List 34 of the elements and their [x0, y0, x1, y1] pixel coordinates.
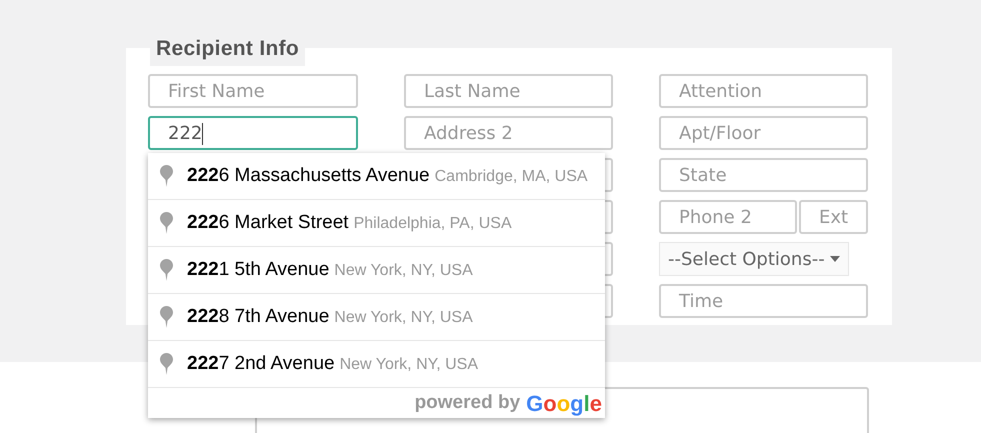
suggestion-city: New York, NY, USA: [334, 260, 473, 281]
input-field[interactable]: Time: [659, 284, 868, 318]
input-field[interactable]: Address 2: [404, 116, 613, 150]
suggestion-item[interactable]: 2226 Market Street Philadelphia, PA, USA: [148, 200, 605, 247]
map-pin-icon: [160, 212, 173, 234]
input-field[interactable]: Last Name: [404, 74, 613, 108]
select-dropdown[interactable]: --Select Options--: [659, 242, 849, 276]
attribution-text: powered by: [414, 390, 520, 415]
input-field[interactable]: Phone 2: [659, 200, 797, 234]
map-pin-icon: [160, 306, 173, 328]
input-field[interactable]: State: [659, 158, 868, 192]
input-field[interactable]: 222: [148, 116, 358, 150]
suggestion-item[interactable]: 2228 7th Avenue New York, NY, USA: [148, 294, 605, 341]
suggestion-street: 2227 2nd Avenue: [187, 352, 335, 376]
input-field[interactable]: Attention: [659, 74, 868, 108]
input-field[interactable]: First Name: [148, 74, 358, 108]
suggestion-street: 2221 5th Avenue: [187, 258, 330, 282]
suggestion-street: 2228 7th Avenue: [187, 304, 330, 329]
caret-icon: [830, 256, 840, 262]
suggestion-item[interactable]: 2227 2nd Avenue New York, NY, USA: [148, 341, 605, 388]
suggestion-item[interactable]: 2226 Massachusetts Avenue Cambridge, MA, USA: [148, 153, 605, 200]
suggestion-item[interactable]: 2221 5th Avenue New York, NY, USA: [148, 247, 605, 294]
suggestion-street: 2226 Market Street: [187, 210, 349, 235]
map-pin-icon: [160, 165, 173, 187]
map-pin-icon: [160, 353, 173, 375]
suggestion-city: New York, NY, USA: [334, 308, 473, 328]
map-pin-icon: [160, 259, 173, 281]
input-field[interactable]: Ext: [799, 200, 868, 234]
suggestion-city: New York, NY, USA: [340, 354, 478, 375]
suggestion-city: Philadelphia, PA, USA: [354, 214, 512, 234]
input-field[interactable]: Apt/Floor: [659, 116, 868, 150]
brand-logo: Google: [526, 390, 602, 418]
suggestion-street: 2226 Massachusetts Avenue: [187, 164, 430, 188]
suggestion-city: Cambridge, MA, USA: [434, 166, 588, 187]
